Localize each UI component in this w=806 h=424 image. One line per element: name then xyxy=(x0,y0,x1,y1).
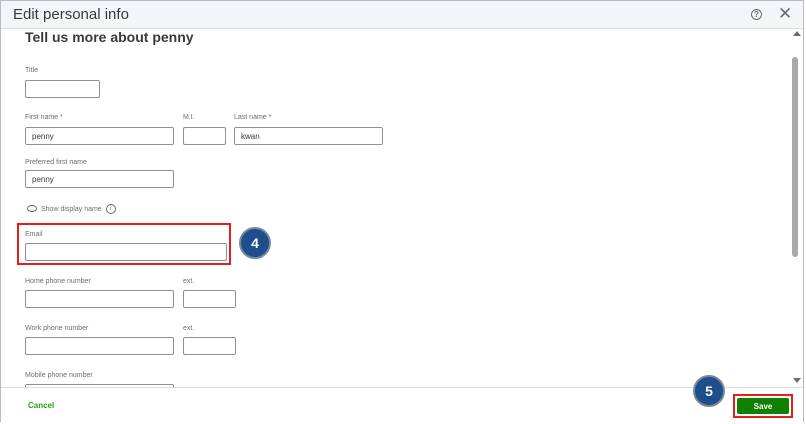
email-label: Email xyxy=(25,231,43,238)
home-phone-input[interactable] xyxy=(25,290,174,308)
help-icon[interactable]: ? xyxy=(751,9,762,20)
first-name-input[interactable]: penny xyxy=(25,127,174,145)
mi-input[interactable] xyxy=(183,127,226,145)
dialog-titlebar: Edit personal info ? ✕ xyxy=(1,1,803,29)
scroll-down-icon[interactable] xyxy=(793,378,801,383)
home-ext-label: ext. xyxy=(183,278,195,285)
preferred-first-name-label: Preferred first name xyxy=(25,159,87,166)
step-4-badge: 4 xyxy=(239,227,271,259)
form-content: Tell us more about penny Title First nam… xyxy=(1,29,791,387)
work-ext-label: ext. xyxy=(183,325,195,332)
scrollbar[interactable] xyxy=(791,29,803,387)
dialog-title: Edit personal info xyxy=(13,6,129,23)
dialog-footer: Cancel 5 Save xyxy=(1,375,803,423)
work-phone-label: Work phone number xyxy=(25,325,89,332)
cancel-button[interactable]: Cancel xyxy=(28,401,54,410)
home-phone-label: Home phone number xyxy=(25,278,91,285)
show-display-name-label: Show display name xyxy=(41,205,102,213)
work-ext-input[interactable] xyxy=(183,337,236,355)
mobile-phone-label: Mobile phone number xyxy=(25,372,93,379)
save-button[interactable]: Save xyxy=(737,398,789,414)
work-phone-input[interactable] xyxy=(25,337,174,355)
eye-icon xyxy=(27,204,37,212)
scroll-up-icon[interactable] xyxy=(793,31,801,36)
email-input[interactable] xyxy=(25,243,227,261)
preferred-first-name-input[interactable]: penny xyxy=(25,170,174,188)
step-5-badge: 5 xyxy=(693,375,725,407)
title-label: Title xyxy=(25,67,38,74)
save-highlight-box: Save xyxy=(733,394,793,418)
scroll-thumb[interactable] xyxy=(792,57,798,257)
title-input[interactable] xyxy=(25,80,100,98)
last-name-input[interactable]: kwan xyxy=(234,127,383,145)
form-heading: Tell us more about penny xyxy=(25,29,194,45)
home-ext-input[interactable] xyxy=(183,290,236,308)
last-name-label: Last name * xyxy=(234,114,272,121)
show-display-name-toggle[interactable]: Show display name i xyxy=(27,204,116,214)
first-name-label: First name * xyxy=(25,114,63,121)
info-icon[interactable]: i xyxy=(105,204,116,214)
mi-label: M.I. xyxy=(183,114,195,121)
edit-personal-info-dialog: Edit personal info ? ✕ Tell us more abou… xyxy=(0,0,804,423)
close-icon[interactable]: ✕ xyxy=(778,4,792,24)
